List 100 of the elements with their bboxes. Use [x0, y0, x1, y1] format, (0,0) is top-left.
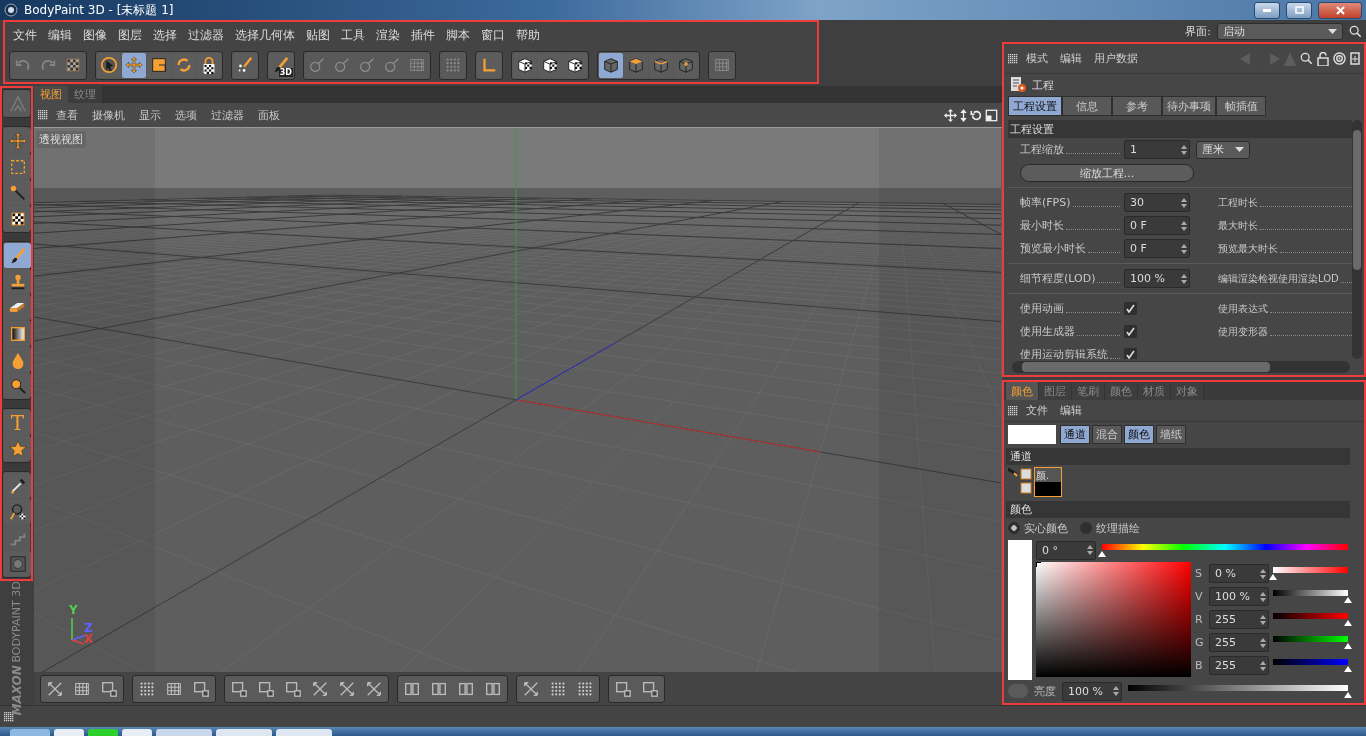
scale-project-button[interactable]: 缩放工程... — [1020, 163, 1194, 182]
menu-item[interactable]: 选择几何体 — [229, 25, 300, 45]
menu-item[interactable]: 脚本 — [440, 25, 475, 45]
number-field[interactable]: 255 — [1209, 656, 1269, 675]
search-icon[interactable] — [1300, 52, 1313, 65]
start-button[interactable] — [10, 729, 50, 736]
maximize-icon[interactable] — [985, 108, 998, 122]
menu-item[interactable]: 面板 — [252, 107, 286, 123]
tab[interactable]: 帧插值 — [1216, 96, 1266, 116]
menu-item[interactable]: 帮助 — [510, 25, 545, 45]
menu-item[interactable]: 用户数据 — [1090, 51, 1142, 66]
spinner-icon[interactable] — [1260, 660, 1266, 671]
minimize-button[interactable] — [1254, 1, 1280, 19]
view-tab[interactable]: 视图 — [34, 86, 68, 103]
slider-thumb[interactable] — [1098, 550, 1106, 557]
target-icon[interactable] — [1333, 52, 1346, 65]
tool-button[interactable]: 3D — [269, 52, 293, 78]
slider-thumb[interactable] — [1344, 691, 1352, 698]
menu-item[interactable]: 窗口 — [475, 25, 510, 45]
channel-thumbnail[interactable]: 颜. — [1034, 467, 1062, 497]
tool-button[interactable] — [197, 52, 221, 78]
menu-item[interactable]: 模式 — [1022, 51, 1052, 66]
menu-item[interactable]: 贴图 — [300, 25, 335, 45]
menu-item[interactable]: 编辑 — [1056, 403, 1086, 418]
number-field[interactable]: 0 F — [1124, 216, 1190, 235]
menu-item[interactable]: 编辑 — [1056, 51, 1086, 66]
spinner-icon[interactable] — [1260, 568, 1266, 579]
menu-item[interactable]: 工具 — [335, 25, 370, 45]
new-panel-icon[interactable] — [1350, 52, 1360, 65]
menu-item[interactable]: 摄像机 — [86, 107, 131, 123]
menu-item[interactable]: 过滤器 — [205, 107, 250, 123]
menu-item[interactable]: 过滤器 — [182, 25, 229, 45]
menu-item[interactable]: 文件 — [7, 25, 42, 45]
tool-button[interactable] — [147, 52, 171, 78]
menu-item[interactable]: 图层 — [112, 25, 147, 45]
menu-item[interactable]: 插件 — [405, 25, 440, 45]
mode-button[interactable]: 混合 — [1092, 424, 1122, 444]
close-button[interactable] — [1318, 1, 1362, 19]
vertical-arrows-icon[interactable] — [959, 108, 968, 122]
color-swatch[interactable] — [1008, 424, 1056, 444]
rotate-icon[interactable] — [970, 108, 983, 122]
number-field[interactable]: 1 — [1124, 140, 1190, 159]
move-icon[interactable] — [944, 108, 957, 122]
spinner-icon[interactable] — [1181, 197, 1187, 208]
slider-thumb[interactable] — [1344, 666, 1352, 672]
tab[interactable]: 颜色 — [1006, 382, 1039, 400]
tool-button[interactable] — [538, 52, 562, 78]
tab[interactable]: 参考 — [1112, 96, 1162, 116]
number-field[interactable]: 0 F — [1124, 239, 1190, 258]
scrollbar[interactable] — [1012, 361, 1350, 373]
slider-thumb[interactable] — [1344, 643, 1352, 649]
checkbox[interactable] — [1124, 325, 1137, 338]
menu-item[interactable]: 图像 — [77, 25, 112, 45]
number-field[interactable]: 255 — [1209, 610, 1269, 629]
tool-button[interactable] — [4, 499, 31, 524]
tab[interactable]: 工程设置 — [1008, 96, 1062, 116]
radio-button[interactable] — [1008, 522, 1020, 534]
slider-thumb[interactable] — [1269, 574, 1277, 580]
menu-item[interactable]: 编辑 — [42, 25, 77, 45]
scrollbar[interactable] — [1352, 120, 1362, 359]
menu-item[interactable]: 显示 — [133, 107, 167, 123]
spinner-icon[interactable] — [1260, 591, 1266, 602]
checkbox[interactable] — [1124, 302, 1137, 315]
menu-item[interactable]: 渲染 — [370, 25, 405, 45]
number-field[interactable]: 0 ° — [1036, 540, 1096, 560]
tool-button[interactable] — [97, 52, 121, 78]
spinner-icon[interactable] — [1181, 243, 1187, 254]
mode-button[interactable]: 颜色 — [1124, 424, 1154, 444]
spinner-icon[interactable] — [1181, 220, 1187, 231]
tool-button[interactable] — [4, 206, 31, 231]
number-field[interactable]: 100 % — [1209, 587, 1269, 606]
search-icon[interactable] — [1349, 24, 1362, 38]
number-field[interactable]: 100 % — [1062, 681, 1122, 701]
menu-item[interactable]: 选项 — [169, 107, 203, 123]
slider-thumb[interactable] — [1344, 620, 1352, 626]
tool-button[interactable] — [4, 373, 31, 398]
slider-thumb[interactable] — [1344, 597, 1352, 603]
tool-button[interactable] — [624, 52, 648, 78]
tool-button[interactable] — [4, 269, 31, 294]
number-field[interactable]: 30 — [1124, 193, 1190, 212]
tab[interactable]: 待办事项 — [1162, 96, 1216, 116]
number-field[interactable]: 255 — [1209, 633, 1269, 652]
spinner-icon[interactable] — [1181, 273, 1187, 284]
padlock-icon[interactable] — [1317, 51, 1329, 66]
mode-button[interactable]: 墙纸 — [1156, 424, 1186, 444]
spinner-icon[interactable] — [1113, 686, 1119, 696]
spinner-icon[interactable] — [1260, 614, 1266, 625]
tool-button[interactable] — [563, 52, 587, 78]
maximize-button[interactable] — [1286, 1, 1312, 19]
color-picker-square[interactable] — [1036, 562, 1191, 677]
unit-dropdown[interactable]: 厘米 — [1196, 140, 1250, 159]
menu-item[interactable]: 文件 — [1022, 403, 1052, 418]
tool-button[interactable] — [4, 321, 31, 346]
menu-item[interactable]: 选择 — [147, 25, 182, 45]
spinner-icon[interactable] — [1087, 545, 1093, 555]
spinner-icon[interactable] — [1260, 637, 1266, 648]
mode-button[interactable]: 通道 — [1060, 424, 1090, 444]
checkbox[interactable] — [1124, 348, 1137, 359]
tool-button[interactable] — [4, 180, 31, 205]
tool-button[interactable] — [513, 52, 537, 78]
